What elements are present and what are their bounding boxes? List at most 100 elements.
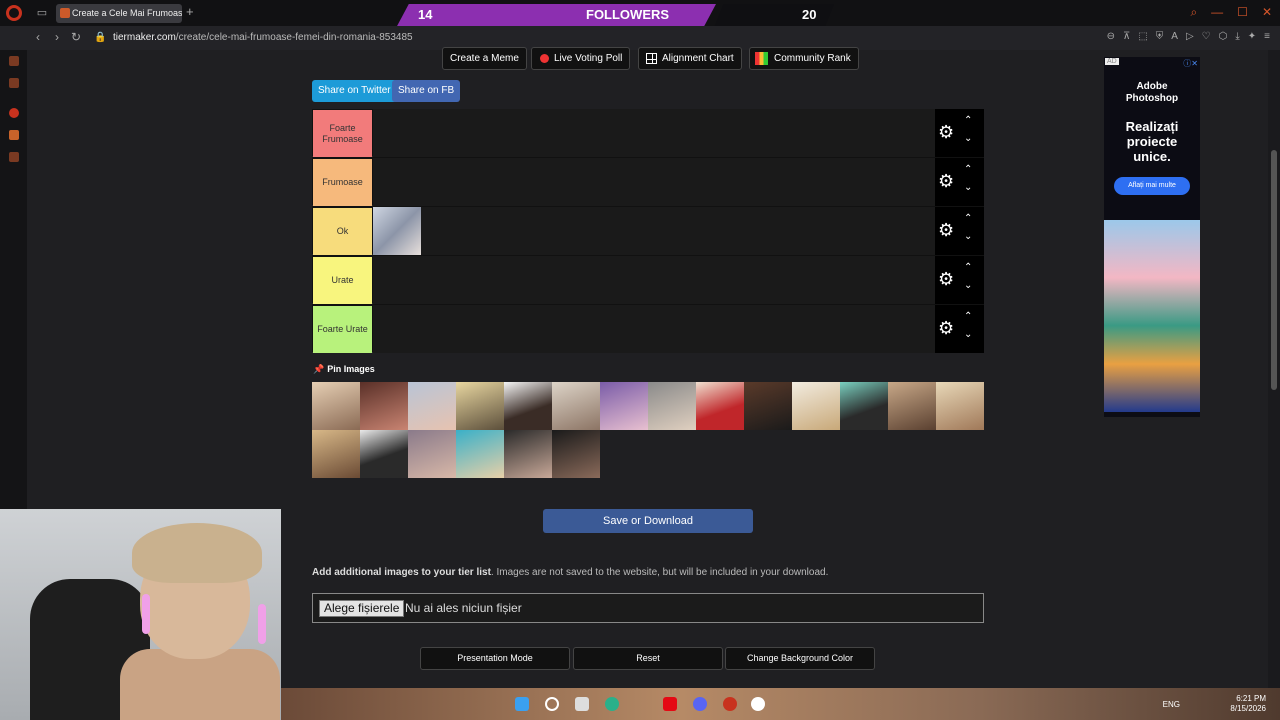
pool-image[interactable] bbox=[504, 430, 552, 478]
pool-image[interactable] bbox=[312, 430, 360, 478]
pool-image[interactable] bbox=[360, 430, 408, 478]
chevron-down-icon[interactable]: ⌄ bbox=[964, 280, 972, 291]
tab-islands-icon[interactable]: ▭ bbox=[34, 6, 50, 20]
search-icon[interactable]: ⌕ bbox=[1190, 5, 1197, 20]
chevron-up-icon[interactable]: ⌃ bbox=[964, 213, 972, 224]
shield-icon[interactable]: ⛨ bbox=[1156, 31, 1164, 42]
language-indicator[interactable]: ENG bbox=[1163, 700, 1180, 709]
choose-files-button[interactable]: Alege fișierele bbox=[319, 600, 405, 617]
pool-image[interactable] bbox=[744, 382, 792, 430]
tier-label[interactable]: Foarte Frumoase bbox=[313, 110, 372, 157]
sidebar-home-icon[interactable] bbox=[9, 56, 19, 66]
chevron-down-icon[interactable]: ⌄ bbox=[964, 329, 972, 340]
presentation-mode-button[interactable]: Presentation Mode bbox=[420, 647, 570, 670]
new-tab-button[interactable]: + bbox=[186, 4, 194, 19]
sidebar-percent-icon[interactable] bbox=[9, 152, 19, 162]
url-field[interactable]: tiermaker.com/create/cele-mai-frumoase-f… bbox=[113, 32, 413, 43]
community-rank-button[interactable]: Community Rank bbox=[749, 47, 859, 70]
netflix-taskbar-icon[interactable] bbox=[663, 697, 677, 711]
chevron-down-icon[interactable]: ⌄ bbox=[964, 231, 972, 242]
tier-label[interactable]: Foarte Urate bbox=[313, 306, 372, 353]
browser-tab-active[interactable]: Create a Cele Mai Frumoase bbox=[56, 4, 182, 23]
zoom-icon[interactable]: ⊖ bbox=[1107, 31, 1115, 42]
pool-image[interactable] bbox=[552, 382, 600, 430]
scrollbar-thumb[interactable] bbox=[1271, 150, 1277, 390]
snapshot-icon[interactable]: ⬚ bbox=[1138, 31, 1147, 42]
pool-image[interactable] bbox=[648, 382, 696, 430]
chrome-taskbar-icon[interactable] bbox=[605, 697, 619, 711]
menu-icon[interactable]: ≡ bbox=[1264, 31, 1270, 42]
pool-image[interactable] bbox=[408, 382, 456, 430]
gear-icon[interactable]: ⚙ bbox=[938, 123, 954, 141]
pool-image[interactable] bbox=[792, 382, 840, 430]
ranked-item-image[interactable] bbox=[373, 207, 421, 255]
tier-drop-zone[interactable] bbox=[373, 158, 935, 206]
live-voting-button[interactable]: Live Voting Poll bbox=[531, 47, 631, 70]
change-background-button[interactable]: Change Background Color bbox=[725, 647, 875, 670]
tier-drop-zone[interactable] bbox=[373, 207, 935, 255]
gear-icon[interactable]: ⚙ bbox=[938, 270, 954, 288]
reload-icon[interactable]: ↻ bbox=[71, 30, 81, 44]
pool-image[interactable] bbox=[936, 382, 984, 430]
chevron-down-icon[interactable]: ⌄ bbox=[964, 182, 972, 193]
ad-choices-icon[interactable]: ⓘ✕ bbox=[1183, 58, 1198, 69]
gear-icon[interactable]: ⚙ bbox=[938, 172, 954, 190]
chevron-up-icon[interactable]: ⌃ bbox=[964, 164, 972, 175]
sidebar-flow-icon[interactable] bbox=[9, 78, 19, 88]
download-icon[interactable]: ⤓ bbox=[1235, 31, 1239, 42]
tier-label[interactable]: Ok bbox=[313, 208, 372, 255]
create-meme-button[interactable]: Create a Meme bbox=[442, 47, 527, 70]
heart-icon[interactable]: ♡ bbox=[1202, 31, 1211, 42]
pool-image[interactable] bbox=[888, 382, 936, 430]
opera-taskbar-icon[interactable] bbox=[723, 697, 737, 711]
back-icon[interactable]: ‹ bbox=[36, 30, 40, 44]
pool-image[interactable] bbox=[312, 382, 360, 430]
tier-drop-zone[interactable] bbox=[373, 305, 935, 353]
discord-taskbar-icon[interactable] bbox=[693, 697, 707, 711]
opera-logo-icon[interactable] bbox=[6, 5, 22, 21]
pool-image[interactable] bbox=[456, 382, 504, 430]
task-view-icon[interactable] bbox=[575, 697, 589, 711]
pool-image[interactable] bbox=[360, 382, 408, 430]
share-fb-button[interactable]: Share on FB bbox=[392, 80, 461, 102]
pool-image[interactable] bbox=[696, 382, 744, 430]
save-download-button[interactable]: Save or Download bbox=[543, 509, 753, 533]
pin-icon[interactable]: ⊼ bbox=[1123, 31, 1130, 42]
tier-label[interactable]: Frumoase bbox=[313, 159, 372, 206]
pool-image[interactable] bbox=[456, 430, 504, 478]
search-taskbar-icon[interactable] bbox=[545, 697, 559, 711]
gear-icon[interactable]: ⚙ bbox=[938, 319, 954, 337]
pool-image[interactable] bbox=[840, 382, 888, 430]
sidebar-twitch-icon[interactable] bbox=[9, 130, 19, 140]
page-scrollbar[interactable] bbox=[1268, 50, 1280, 690]
minimize-icon[interactable]: — bbox=[1211, 5, 1223, 20]
translate-icon[interactable]: A bbox=[1171, 31, 1178, 42]
chevron-up-icon[interactable]: ⌃ bbox=[964, 262, 972, 273]
system-clock[interactable]: 6:21 PM 8/15/2026 bbox=[1230, 694, 1266, 714]
chevron-down-icon[interactable]: ⌄ bbox=[964, 133, 972, 144]
chevron-up-icon[interactable]: ⌃ bbox=[964, 311, 972, 322]
alignment-chart-button[interactable]: Alignment Chart bbox=[638, 47, 742, 70]
pool-image[interactable] bbox=[552, 430, 600, 478]
advertisement[interactable]: AD ⓘ✕ Adobe Photoshop Realizați proiecte… bbox=[1104, 57, 1200, 417]
pool-image[interactable] bbox=[408, 430, 456, 478]
close-icon[interactable]: ✕ bbox=[1262, 5, 1272, 20]
gear-icon[interactable]: ⚙ bbox=[938, 221, 954, 239]
windows-start-icon[interactable] bbox=[515, 697, 529, 711]
ad-cta-button[interactable]: Aflați mai multe bbox=[1114, 177, 1190, 195]
forward-icon[interactable]: › bbox=[55, 30, 59, 44]
chevron-up-icon[interactable]: ⌃ bbox=[964, 115, 972, 126]
maximize-icon[interactable]: ☐ bbox=[1237, 5, 1248, 20]
obs-taskbar-icon[interactable] bbox=[751, 697, 765, 711]
tier-drop-zone[interactable] bbox=[373, 256, 935, 304]
pool-image[interactable] bbox=[600, 382, 648, 430]
pool-image[interactable] bbox=[504, 382, 552, 430]
tier-label[interactable]: Urate bbox=[313, 257, 372, 304]
extensions-icon[interactable]: ⬡ bbox=[1219, 31, 1228, 42]
tier-drop-zone[interactable] bbox=[373, 109, 935, 157]
ai-icon[interactable]: ✦ bbox=[1248, 31, 1256, 42]
share-twitter-button[interactable]: Share on Twitter bbox=[312, 80, 397, 102]
sidebar-opera-icon[interactable] bbox=[9, 108, 19, 118]
reset-button[interactable]: Reset bbox=[573, 647, 723, 670]
play-icon[interactable]: ▷ bbox=[1186, 31, 1194, 42]
